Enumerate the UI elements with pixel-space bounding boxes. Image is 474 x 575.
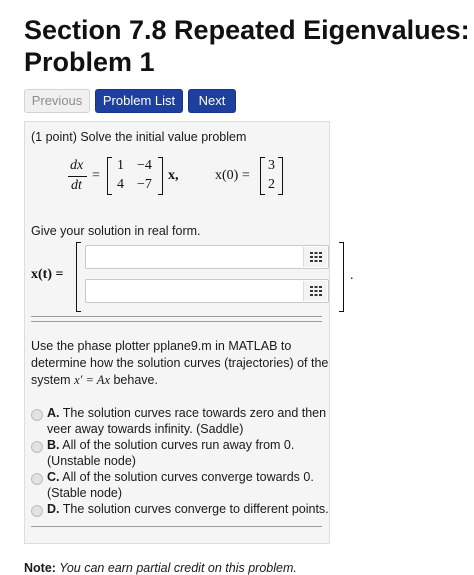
phase-instructions-line-3: system x′ = Ax behave. [31, 373, 158, 388]
page-title: Section 7.8 Repeated Eigenvalues: Proble… [24, 14, 472, 78]
option-d-radio[interactable] [31, 505, 43, 517]
partial-credit-note: Note: You can earn partial credit on thi… [24, 561, 297, 575]
matrix-entry-button-1[interactable] [303, 247, 327, 267]
option-b-line-2: (Unstable node) [47, 454, 136, 468]
matrix-entry-button-2[interactable] [303, 281, 327, 301]
option-c-radio[interactable] [31, 473, 43, 485]
matrix-a12: −4 [137, 158, 152, 173]
option-c-text[interactable]: C. All of the solution curves converge t… [47, 469, 314, 501]
problem-intro: (1 point) Solve the initial value proble… [31, 130, 247, 144]
phase-instructions-line-2: determine how the solution curves (traje… [31, 356, 329, 370]
matrix-a22: −7 [137, 177, 152, 192]
x-vector-term: x, [168, 168, 179, 183]
page-title-line-1: Section 7.8 Repeated Eigenvalues: [24, 15, 470, 45]
phase-instructions-line-1: Use the phase plotter pplane9.m in MATLA… [31, 339, 292, 353]
fraction-bar [68, 176, 87, 177]
system-equation: x′ = Ax [74, 373, 110, 387]
option-b-radio[interactable] [31, 441, 43, 453]
dt-denominator: dt [71, 178, 82, 193]
option-b-text[interactable]: B. All of the solution curves run away f… [47, 437, 294, 469]
answer-right-bracket [339, 242, 344, 312]
dx-numerator: dx [70, 158, 84, 173]
grid-icon [310, 286, 322, 296]
divider-1 [31, 316, 322, 317]
ic-value-1: 3 [268, 158, 275, 173]
option-a-radio[interactable] [31, 409, 43, 421]
option-d-line-1: The solution curves converge to differen… [62, 502, 329, 516]
note-text: You can earn partial credit on this prob… [55, 561, 297, 575]
matrix-a21: 4 [117, 177, 124, 192]
previous-button[interactable]: Previous [24, 89, 90, 113]
ic-value-2: 2 [268, 177, 275, 192]
grid-icon [310, 252, 322, 262]
option-b-line-1: All of the solution curves run away from… [62, 438, 295, 452]
page-title-line-2: Problem 1 [24, 47, 155, 77]
matrix-right-bracket [158, 157, 163, 195]
matrix-a11: 1 [117, 158, 124, 173]
option-a-text[interactable]: A. The solution curves race towards zero… [47, 405, 326, 437]
system-suffix: behave. [110, 373, 158, 387]
option-b-letter: B. [47, 438, 60, 452]
next-button[interactable]: Next [188, 89, 236, 113]
answer-left-bracket [76, 242, 81, 312]
equals-sign: = [92, 168, 100, 183]
answer-input-2[interactable] [85, 279, 329, 303]
system-prefix: system [31, 373, 75, 387]
option-c-line-2: (Stable node) [47, 486, 123, 500]
option-d-text[interactable]: D. The solution curves converge to diffe… [47, 501, 329, 517]
option-a-line-1: The solution curves race towards zero an… [62, 406, 327, 420]
ic-left-bracket [260, 157, 265, 195]
option-a-letter: A. [47, 406, 60, 420]
problem-list-button[interactable]: Problem List [95, 89, 183, 113]
option-d-letter: D. [47, 502, 60, 516]
ic-right-bracket [278, 157, 283, 195]
divider-3 [31, 526, 322, 527]
option-a-line-2: veer away towards infinity. (Saddle) [47, 422, 244, 436]
initial-condition-label: x(0) = [215, 168, 250, 183]
real-form-prompt: Give your solution in real form. [31, 224, 201, 238]
xt-label: x(t) = [31, 267, 64, 282]
answer-input-1[interactable] [85, 245, 329, 269]
note-label: Note: [24, 561, 56, 575]
matrix-left-bracket [107, 157, 112, 195]
option-c-line-1: All of the solution curves converge towa… [62, 470, 314, 484]
answer-period: . [350, 268, 354, 283]
divider-2 [31, 321, 322, 322]
option-c-letter: C. [47, 470, 60, 484]
